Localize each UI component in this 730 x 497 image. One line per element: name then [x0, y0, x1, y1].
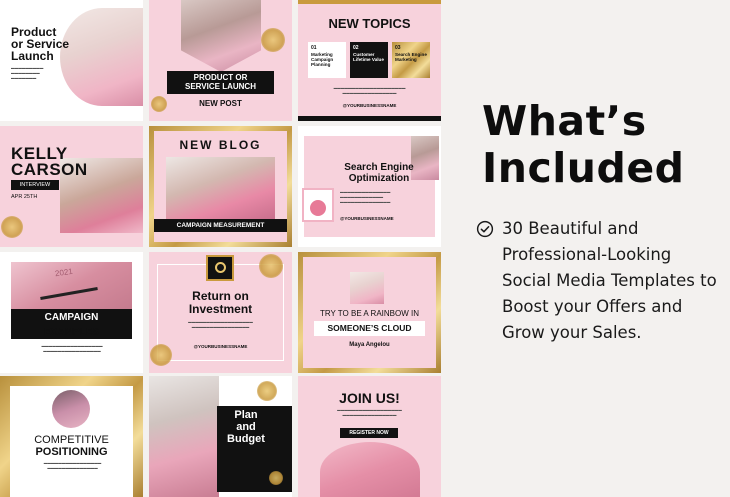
title-bar: CAMPAIGN MEASUREMENT	[154, 219, 287, 232]
woman-phone-photo	[166, 157, 275, 219]
feature-text: 30 Beautiful and Professional-Looking So…	[502, 219, 717, 342]
woman-headshot-photo	[52, 390, 90, 428]
gold-splash	[259, 254, 283, 278]
gold-splash	[257, 381, 277, 401]
placeholder-text: ▬▬▬▬▬▬▬▬▬▬▬▬▬▬▬▬▬▬▬▬▬▬▬▬▬▬▬▬▬▬▬▬▬	[41, 344, 103, 354]
template-join-us[interactable]: JOIN US! ▬▬▬▬▬▬▬▬▬▬▬▬▬▬▬▬▬▬ ▬▬▬▬▬▬▬▬▬▬▬▬▬…	[298, 376, 441, 497]
subtitle: NEW POST	[199, 99, 242, 108]
camera-icon	[215, 262, 226, 273]
title-line-1: COMPETITIVE	[34, 434, 109, 446]
placeholder-text: ▬▬▬▬▬▬▬▬▬▬▬▬▬▬▬▬▬▬ ▬▬▬▬▬▬▬▬▬▬▬▬▬▬▬▬	[188, 320, 253, 330]
check-circle-icon	[476, 220, 494, 238]
template-seo[interactable]: Search Engine Optimization ▬▬▬▬▬▬▬▬▬▬▬▬▬…	[298, 126, 441, 247]
quote-author: Maya Angelou	[349, 342, 390, 348]
placeholder-text: ▬▬▬▬▬▬▬▬▬▬▬▬▬▬▬▬▬▬▬▬ ▬▬▬▬▬▬▬▬▬▬▬▬▬▬▬	[333, 86, 406, 96]
title-bar: PRODUCT OR SERVICE LAUNCH	[167, 71, 274, 94]
interview-tag: INTERVIEW	[11, 180, 59, 190]
quote-line-1: TRY TO BE A RAINBOW IN	[320, 309, 419, 318]
handle: @YOURBUSINESSNAME	[342, 103, 397, 108]
placeholder-text: ▬▬▬▬▬▬▬▬▬▬▬▬▬▬▬▬ ▬▬▬▬▬▬▬▬▬▬▬▬▬▬	[43, 461, 102, 471]
template-grid: Product or Service Launch ▬▬▬▬▬▬▬▬▬ ▬▬▬▬▬…	[0, 0, 441, 497]
register-button: REGISTER NOW	[340, 428, 398, 438]
interviewee-name: KELLY CARSON	[11, 144, 88, 179]
woman-laptop-photo	[60, 8, 143, 106]
template-new-topics[interactable]: NEW TOPICS 01 Marketing Campaign Plannin…	[298, 0, 441, 121]
template-campaign-examples[interactable]: 2021 CAMPAIGN EXAMPLES ▬▬▬▬▬▬▬▬▬▬▬▬▬▬▬▬▬…	[0, 252, 143, 373]
topic-card-3: 03 Search Engine Marketing	[392, 42, 430, 78]
gold-splash	[1, 216, 23, 238]
topic-card-1: 01 Marketing Campaign Planning	[308, 42, 346, 78]
placeholder-text: ▬▬▬▬▬▬▬▬▬▬▬▬▬▬ ▬▬▬▬▬▬▬▬▬▬▬▬ ▬▬▬▬▬▬▬▬▬▬▬▬▬▬	[340, 190, 391, 205]
template-new-blog[interactable]: NEW BLOG CAMPAIGN MEASUREMENT	[149, 126, 292, 247]
title-line-2: EXAMPLES	[43, 327, 99, 338]
template-title: JOIN US!	[339, 390, 400, 406]
template-title: Plan and Budget	[227, 409, 265, 445]
headline-line-2: Included	[482, 144, 685, 192]
template-competitive-positioning[interactable]: COMPETITIVE POSITIONING ▬▬▬▬▬▬▬▬▬▬▬▬▬▬▬▬…	[0, 376, 143, 497]
template-title: Return on Investment	[188, 289, 253, 316]
desk-items-photo	[320, 442, 420, 497]
template-plan-budget[interactable]: Plan and Budget	[149, 376, 292, 497]
title-line-2: POSITIONING	[35, 446, 108, 458]
placeholder-text: ▬▬▬▬▬▬▬▬▬▬▬▬▬▬▬▬▬▬▬▬▬▬▬▬▬▬▬▬▬▬▬▬▬	[337, 408, 402, 418]
woman-portrait-photo	[181, 0, 261, 72]
quote-line-2: SOMEONE’S CLOUD	[314, 321, 425, 336]
smiling-woman-photo	[350, 272, 384, 304]
handle: @YOURBUSINESSNAME	[340, 216, 394, 221]
template-new-post[interactable]: PRODUCT OR SERVICE LAUNCH NEW POST	[149, 0, 292, 121]
decorative-card	[302, 188, 334, 222]
topic-card-2: 02 Customer Lifetime Value	[350, 42, 388, 78]
template-roi[interactable]: Return on Investment ▬▬▬▬▬▬▬▬▬▬▬▬▬▬▬▬▬▬ ▬…	[149, 252, 292, 373]
template-title: NEW BLOG	[179, 138, 262, 152]
headline: What’s Included	[482, 98, 722, 192]
desk-photo	[149, 376, 219, 497]
gold-splash	[261, 28, 285, 52]
template-product-launch[interactable]: Product or Service Launch ▬▬▬▬▬▬▬▬▬ ▬▬▬▬▬…	[0, 0, 143, 121]
template-title: Product or Service Launch	[11, 25, 70, 63]
template-title: NEW TOPICS	[328, 16, 411, 31]
interview-date: APR 25TH	[11, 194, 38, 200]
handle: @YOURBUSINESSNAME	[193, 344, 248, 349]
template-quote[interactable]: TRY TO BE A RAINBOW IN SOMEONE’S CLOUD M…	[298, 252, 441, 373]
headline-line-1: What’s	[482, 97, 647, 145]
template-title: Search Engine Optimization	[344, 162, 414, 184]
template-interview[interactable]: KELLY CARSON INTERVIEW APR 25TH	[0, 126, 143, 247]
gold-splash	[269, 471, 283, 485]
camera-box	[206, 255, 234, 281]
placeholder-text: ▬▬▬▬▬▬▬▬▬ ▬▬▬▬▬▬▬▬ ▬▬▬▬▬▬▬	[11, 66, 44, 81]
bottom-band	[298, 116, 441, 121]
